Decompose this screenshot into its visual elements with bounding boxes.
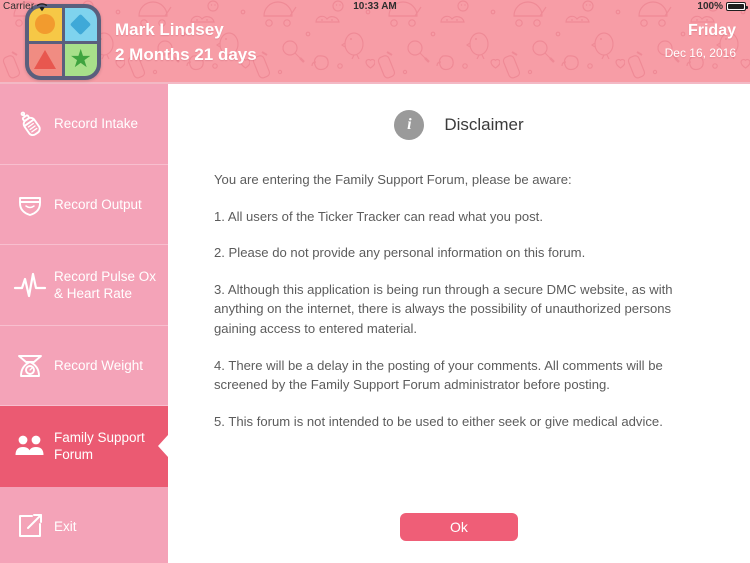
- sidebar-item-label: Record Output: [54, 196, 142, 212]
- sidebar-item-label: Record Intake: [54, 116, 139, 132]
- star-shape-icon: ★: [69, 45, 92, 74]
- exit-icon: [12, 508, 48, 544]
- sidebar-item-label: Exit: [54, 518, 77, 534]
- sidebar-item-label: Record Weight: [54, 357, 144, 373]
- ok-button-container: Ok: [168, 513, 750, 541]
- sidebar-item-label: Family Support Forum: [54, 429, 145, 462]
- disclaimer-paragraph: 3. Although this application is being ru…: [214, 281, 673, 336]
- circle-shape-icon: [35, 14, 56, 35]
- patient-age: 2 Months 21 days: [115, 45, 257, 64]
- battery-percent-label: 100%: [697, 1, 723, 12]
- info-icon: i: [394, 110, 425, 140]
- header-day-of-week: Friday: [687, 22, 736, 39]
- baby-bottle-icon: [12, 106, 48, 142]
- sidebar-item-family-support-forum[interactable]: Family Support Forum: [0, 406, 168, 487]
- sidebar: Record Intake Record Output Record Pulse…: [0, 84, 168, 563]
- ok-button[interactable]: Ok: [400, 513, 518, 541]
- disclaimer-paragraph: You are entering the Family Support Foru…: [214, 172, 572, 187]
- battery-full-icon: [726, 2, 748, 11]
- app-root: ★ Mark Lindsey 2 Months 21 days Friday D…: [0, 0, 750, 563]
- sidebar-item-record-intake[interactable]: Record Intake: [0, 84, 168, 165]
- logo-quadrant-star: ★: [64, 43, 97, 76]
- triangle-shape-icon: [34, 50, 57, 70]
- sidebar-item-exit[interactable]: Exit: [0, 487, 168, 563]
- diaper-icon: [12, 186, 48, 222]
- heartbeat-icon: [12, 267, 48, 303]
- disclaimer-paragraph: 4. There will be a delay in the posting …: [214, 357, 663, 393]
- disclaimer-body: You are entering the Family Support Foru…: [214, 170, 705, 431]
- sidebar-item-record-pulse-ox-heart-rate[interactable]: Record Pulse Ox & Heart Rate: [0, 245, 168, 326]
- app-logo-icon: ★: [25, 4, 101, 80]
- diamond-shape-icon: [70, 13, 92, 35]
- patient-name: Mark Lindsey: [115, 20, 224, 39]
- sidebar-item-label: Record Pulse Ox & Heart Rate: [54, 268, 157, 301]
- people-icon: [12, 428, 48, 464]
- disclaimer-paragraph: 2. Please do not provide any personal in…: [214, 245, 586, 261]
- active-item-pointer-icon: [158, 434, 168, 457]
- sidebar-item-record-output[interactable]: Record Output: [0, 165, 168, 245]
- main-content: i Disclaimer You are entering the Family…: [168, 84, 750, 563]
- page-title: Disclaimer: [444, 115, 524, 134]
- status-bar: Carrier 10:33 AM 100%: [0, 0, 750, 15]
- disclaimer-header: i Disclaimer: [168, 110, 750, 140]
- sidebar-item-record-weight[interactable]: Record Weight: [0, 326, 168, 406]
- status-bar-time: 10:33 AM: [353, 1, 397, 12]
- logo-quadrant-triangle: [29, 43, 62, 76]
- scale-icon: [12, 347, 48, 383]
- status-bar-right: 100%: [697, 1, 748, 12]
- disclaimer-paragraph: 5. This forum is not intended to be used…: [214, 413, 663, 429]
- header-date: Dec 16, 2016: [664, 46, 736, 60]
- disclaimer-paragraph: 1. All users of the Ticker Tracker can r…: [214, 208, 543, 224]
